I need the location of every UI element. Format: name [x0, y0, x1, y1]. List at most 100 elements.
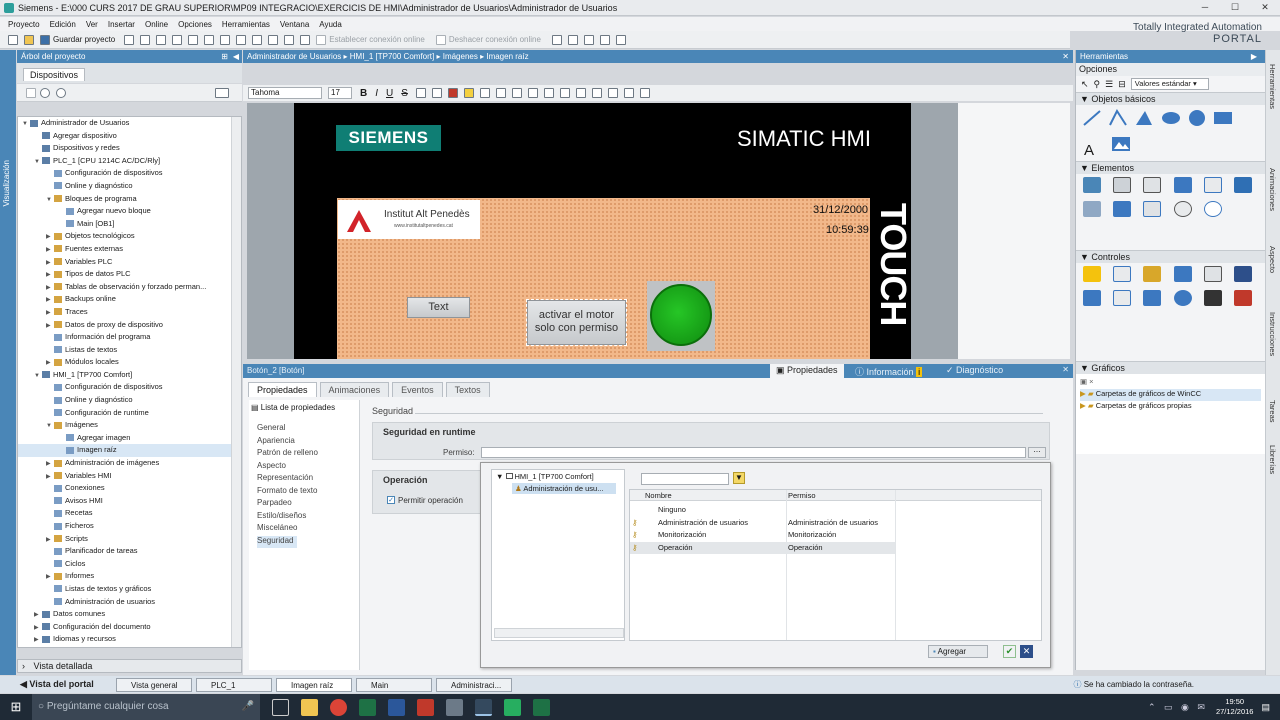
tab-eventos[interactable]: Eventos	[392, 382, 443, 397]
tree-item[interactable]: ▶ Informes	[18, 570, 241, 583]
italic-button[interactable]: I	[375, 88, 378, 99]
tree-item[interactable]: Agregar imagen	[18, 432, 241, 445]
properties-close-icon[interactable]: ✕	[1062, 365, 1069, 374]
font-select[interactable]: Tahoma	[248, 87, 322, 99]
copy-icon[interactable]	[156, 34, 167, 45]
tools-collapse-icon[interactable]: ▶	[1251, 50, 1257, 63]
filter-icon[interactable]: ▼	[733, 472, 745, 484]
tree-item[interactable]: Online y diagnóstico	[18, 180, 241, 193]
tab-main[interactable]: Main	[356, 677, 432, 692]
rectangle-icon[interactable]	[1212, 108, 1234, 128]
tree-item[interactable]: Agregar dispositivo	[18, 130, 241, 143]
menu-ver[interactable]: Ver	[86, 20, 98, 29]
collapse-panel-icon[interactable]: ◀	[233, 50, 239, 63]
tia-portal-icon[interactable]	[475, 698, 492, 716]
tree-item[interactable]: Recetas	[18, 507, 241, 520]
menu-opciones[interactable]: Opciones	[178, 20, 212, 29]
line-width-icon[interactable]	[511, 88, 522, 98]
tree-item[interactable]: Imagen raíz	[18, 444, 241, 458]
symbolic-io-icon[interactable]	[1143, 177, 1162, 193]
alarm-view-icon[interactable]	[1083, 266, 1101, 282]
tree-item[interactable]: Configuración de dispositivos	[18, 167, 241, 180]
tab-imagen-raiz[interactable]: Imagen raíz	[276, 677, 352, 692]
allow-operation-checkbox[interactable]: ✓	[387, 496, 395, 504]
right-tab-propiedades[interactable]: ▣ Propiedades	[770, 364, 844, 378]
line-color-icon[interactable]	[479, 88, 490, 98]
compile-icon[interactable]	[236, 34, 247, 45]
chrome-icon[interactable]	[330, 698, 347, 716]
start-runtime-icon[interactable]	[300, 34, 311, 45]
detail-view-bar[interactable]: › Vista detallada	[17, 659, 242, 673]
tree-item[interactable]: ▶ Configuración del documento	[18, 621, 241, 634]
recipe-view-icon[interactable]	[1203, 266, 1222, 282]
tree-item[interactable]: Avisos HMI	[18, 495, 241, 508]
connect-online-button[interactable]: Establecer conexión online	[329, 35, 425, 44]
send-back-icon[interactable]	[591, 88, 602, 98]
tree-item[interactable]: ▼ Imágenes	[18, 419, 241, 432]
sm-editor-icon[interactable]	[1083, 290, 1101, 306]
underline-button[interactable]: U	[386, 88, 393, 99]
graphic-view-icon[interactable]	[1110, 134, 1132, 154]
taskbar-search[interactable]: ○ Pregúntame cualquier cosa 🎤	[32, 694, 260, 720]
accessible-devices-icon[interactable]	[551, 34, 562, 45]
prop-general[interactable]: General	[257, 423, 359, 436]
right-tab-informacion[interactable]: ⓘ Información i	[855, 365, 923, 378]
tree-item[interactable]: ▼ PLC_1 [CPU 1214C AC/DC/Rly]	[18, 155, 241, 168]
switch-icon[interactable]	[1083, 201, 1101, 217]
open-project-icon[interactable]	[24, 34, 34, 45]
breadcrumb-hmi[interactable]: HMI_1 [TP700 Comfort]	[350, 52, 434, 61]
clock[interactable]: 19:50 27/12/2016	[1216, 697, 1254, 717]
tree-item[interactable]: Online y diagnóstico	[18, 394, 241, 407]
permission-row[interactable]: Ninguno	[630, 504, 895, 516]
prop-seguridad[interactable]: Seguridad	[257, 535, 297, 548]
io-field-icon[interactable]	[1083, 177, 1101, 193]
logo-soft-icon[interactable]	[446, 698, 463, 716]
graphic-io-icon[interactable]	[1173, 177, 1192, 193]
tree-item[interactable]: Conexiones	[18, 482, 241, 495]
tree-item[interactable]: ▶ Variables PLC	[18, 256, 241, 269]
green-app-icon[interactable]	[533, 698, 550, 716]
windows-start-icon[interactable]: ⊞	[0, 699, 32, 715]
tree-item[interactable]: ▶ Tablas de observación y forzado perman.…	[18, 281, 241, 294]
tree-item[interactable]: ▶ Scripts	[18, 533, 241, 546]
tree-item[interactable]: ▶ Fuentes externas	[18, 243, 241, 256]
distribute-icon[interactable]	[543, 88, 554, 98]
tray-icons[interactable]: ⌃ ▭ ◉ ✉	[1148, 702, 1208, 713]
view-icon[interactable]: ⊟	[1118, 79, 1126, 90]
f-trend-icon[interactable]	[1113, 290, 1132, 306]
clock-icon[interactable]	[1203, 201, 1222, 217]
tools-icon[interactable]	[623, 88, 634, 98]
button-icon[interactable]	[1113, 177, 1132, 193]
symbol-library-icon[interactable]	[1113, 201, 1132, 217]
paste-icon[interactable]	[172, 34, 183, 45]
prop-parpadeo[interactable]: Parpadeo	[257, 498, 359, 511]
tab-dispositivos[interactable]: Dispositivos	[23, 68, 86, 81]
line-style-icon[interactable]	[495, 88, 506, 98]
camera-control-icon[interactable]	[1203, 290, 1222, 306]
prop-representacion[interactable]: Representación	[257, 473, 359, 486]
text-button[interactable]: Text	[407, 297, 470, 318]
status-force-icon[interactable]	[1234, 266, 1253, 282]
prop-estilo-disenos[interactable]: Estilo/diseños	[257, 511, 359, 524]
cut-icon[interactable]	[140, 34, 151, 45]
undo-icon[interactable]	[204, 34, 215, 45]
institut-logo[interactable]: Institut Alt Penedès www.institutaltpene…	[338, 200, 480, 239]
side-tab-tareas[interactable]: Tareas	[1268, 400, 1277, 423]
html-browser-icon[interactable]	[1173, 266, 1192, 282]
tree-item[interactable]: ▶ Idiomas y recursos	[18, 633, 241, 646]
side-tab-aspecto[interactable]: Aspecto	[1268, 246, 1277, 273]
col-permiso[interactable]: Permiso	[788, 491, 816, 500]
panel-pin-icon[interactable]: ⊞	[221, 50, 228, 63]
hmi-time[interactable]: 10:59:39	[826, 224, 869, 236]
dialog-tree-root[interactable]: ▼ HMI_1 [TP700 Comfort]	[492, 470, 624, 483]
permission-filter-input[interactable]	[641, 473, 729, 485]
print-icon[interactable]	[124, 34, 135, 45]
word-icon[interactable]	[388, 698, 405, 716]
prop-patron-relleno[interactable]: Patrón de relleno	[257, 448, 359, 461]
menu-insertar[interactable]: Insertar	[108, 20, 135, 29]
ellipse-icon[interactable]	[1160, 108, 1182, 128]
confirm-icon[interactable]: ✔	[1003, 645, 1016, 658]
col-nombre[interactable]: Nombre	[645, 491, 672, 500]
text-field-icon[interactable]: A	[1084, 142, 1106, 159]
property-list-label[interactable]: ▤ Lista de propiedades	[249, 400, 359, 415]
